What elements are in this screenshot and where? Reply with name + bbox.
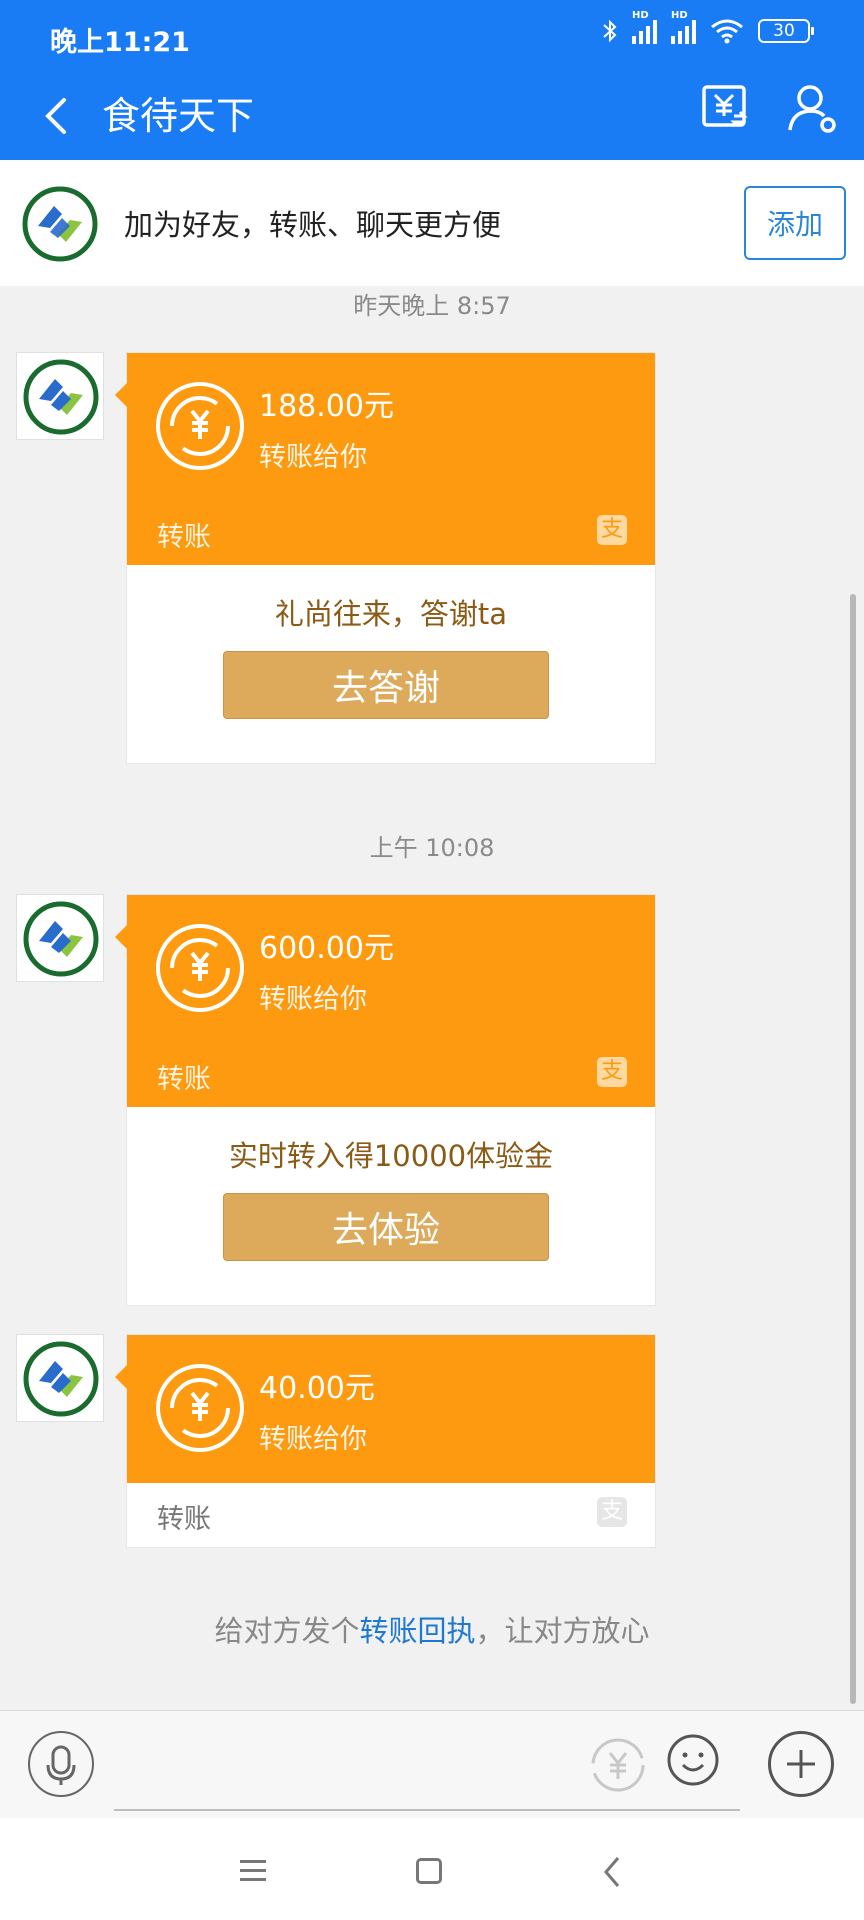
transfer-subtitle: 转账给你 — [259, 1424, 367, 1455]
status-icons: HD HD 30 — [602, 10, 814, 44]
transfer-card[interactable]: 40.00元 转账给你 转账 支 — [115, 1334, 656, 1548]
contact-logo-icon — [23, 901, 99, 977]
more-button[interactable] — [768, 1731, 834, 1797]
yuan-coin-icon — [156, 924, 244, 1012]
transfer-card-header: 600.00元 转账给你 — [115, 895, 655, 1043]
transfer-card[interactable]: 600.00元 转账给你 转账 支 实时转入得10000体验金 去体验 — [115, 894, 656, 1306]
page-title: 食待天下 — [102, 94, 255, 138]
input-bar — [0, 1710, 864, 1818]
wifi-icon — [711, 19, 743, 44]
timestamp: 上午 10:08 — [369, 834, 495, 862]
receipt-prefix: 给对方发个 — [214, 1614, 360, 1648]
contact-logo-icon — [22, 186, 98, 262]
receipt-link[interactable]: 转账回执 — [359, 1614, 475, 1648]
signal-2-icon: HD — [671, 10, 696, 44]
add-friend-banner: 加为好友，转账、聊天更方便 添加 — [0, 160, 864, 286]
transfer-label: 转账 — [157, 522, 211, 553]
system-nav-bar — [0, 1818, 864, 1920]
thank-button[interactable]: 去答谢 — [223, 651, 549, 719]
transfer-card-header: 188.00元 转账给你 — [115, 353, 655, 501]
yuan-transfer-icon[interactable] — [588, 1735, 648, 1795]
promo-text: 礼尚往来，答谢ta — [274, 597, 508, 631]
transfer-card[interactable]: 188.00元 转账给你 转账 支 礼尚往来，答谢ta 去答谢 — [115, 352, 656, 764]
receipt-suffix: ，让对方放心 — [475, 1614, 650, 1648]
person-settings-icon[interactable] — [786, 82, 840, 136]
scrollbar[interactable] — [850, 594, 856, 1704]
transfer-subtitle: 转账给你 — [259, 442, 367, 473]
contact-logo-icon — [23, 1341, 99, 1417]
status-time: 晚上11:21 — [50, 27, 190, 58]
yuan-coin-icon — [156, 382, 244, 470]
voice-button[interactable] — [28, 1731, 94, 1797]
alipay-icon: 支 — [597, 515, 627, 545]
transfer-amount: 600.00元 — [259, 931, 394, 966]
banner-text: 加为好友，转账、聊天更方便 — [124, 208, 502, 242]
contact-logo-icon — [23, 359, 99, 435]
home-icon[interactable] — [416, 1858, 442, 1884]
microphone-icon — [46, 1745, 76, 1785]
alipay-icon: 支 — [597, 1057, 627, 1087]
alipay-icon: 支 — [597, 1497, 627, 1527]
try-button[interactable]: 去体验 — [223, 1193, 549, 1261]
add-friend-button[interactable]: 添加 — [744, 186, 846, 260]
emoji-icon[interactable] — [666, 1733, 720, 1787]
transfer-icon[interactable] — [700, 82, 752, 134]
transfer-card-body: 礼尚往来，答谢ta 去答谢 — [127, 565, 655, 763]
status-bar: 晚上11:21 HD HD 30 — [0, 0, 864, 72]
back-icon[interactable] — [600, 1854, 624, 1890]
menu-icon[interactable] — [240, 1860, 266, 1887]
transfer-amount: 40.00元 — [259, 1371, 375, 1406]
transfer-label: 转账 — [157, 1504, 211, 1535]
avatar[interactable] — [16, 1334, 104, 1422]
chevron-left-icon[interactable] — [32, 86, 92, 146]
bluetooth-icon — [603, 19, 617, 43]
transfer-card-footer: 转账 支 — [127, 1043, 655, 1107]
promo-text: 实时转入得10000体验金 — [228, 1139, 554, 1173]
network-2-label: HD — [671, 10, 688, 21]
yuan-coin-icon — [156, 1364, 244, 1452]
transfer-amount: 188.00元 — [259, 389, 394, 424]
plus-icon — [787, 1750, 815, 1778]
transfer-label: 转账 — [157, 1064, 211, 1095]
network-1-label: HD — [632, 10, 649, 21]
battery-icon: 30 — [758, 19, 814, 43]
transfer-card-footer: 转账 支 — [127, 1483, 655, 1547]
nav-bar: 食待天下 — [0, 72, 864, 160]
signal-1-icon: HD — [632, 10, 657, 44]
avatar[interactable] — [16, 894, 104, 982]
timestamp: 昨天晚上 8:57 — [353, 292, 511, 320]
transfer-subtitle: 转账给你 — [259, 984, 367, 1015]
receipt-prompt: 给对方发个转账回执，让对方放心 — [0, 1608, 864, 1650]
transfer-card-body: 实时转入得10000体验金 去体验 — [127, 1107, 655, 1305]
transfer-card-footer: 转账 支 — [127, 501, 655, 565]
top-bar: 晚上11:21 HD HD 30 食待天下 — [0, 0, 864, 160]
avatar[interactable] — [16, 352, 104, 440]
transfer-card-header: 40.00元 转账给你 — [115, 1335, 655, 1483]
